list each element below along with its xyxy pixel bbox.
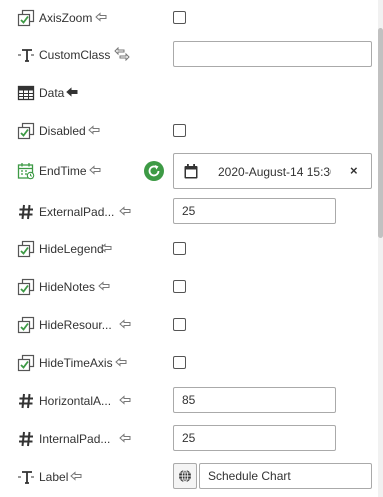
property-row-internalpadding: InternalPad... bbox=[0, 420, 378, 458]
property-row-endtime: EndTime 2020-August-14 15:30:1 × bbox=[0, 152, 378, 190]
property-label: ExternalPad... bbox=[39, 205, 115, 219]
property-row-label: Label bbox=[0, 458, 378, 496]
property-label: HorizontalA... bbox=[39, 394, 112, 408]
bind-arrow-icon[interactable] bbox=[119, 206, 131, 216]
property-label: AxisZoom bbox=[39, 11, 93, 25]
property-row-externalpadding: ExternalPad... bbox=[0, 193, 378, 231]
clear-icon[interactable]: × bbox=[350, 164, 358, 178]
bind-arrow-icon[interactable] bbox=[119, 433, 131, 443]
internalpadding-input[interactable] bbox=[173, 425, 336, 451]
property-row-horizontalaxis: HorizontalA... bbox=[0, 382, 378, 420]
text-property-icon bbox=[18, 471, 34, 484]
property-label: InternalPad... bbox=[39, 432, 111, 446]
checkbox-property-icon bbox=[17, 278, 35, 296]
table-property-icon bbox=[17, 85, 35, 101]
property-label: Data bbox=[39, 86, 65, 100]
endtime-date-picker[interactable]: 2020-August-14 15:30:1 × bbox=[173, 153, 372, 189]
text-property-icon bbox=[18, 49, 34, 62]
property-label: EndTime bbox=[39, 164, 87, 178]
property-row-disabled: Disabled bbox=[0, 112, 378, 150]
hash-property-icon bbox=[19, 204, 33, 220]
bind-arrow-icon[interactable] bbox=[100, 243, 112, 253]
bind-arrow-icon[interactable] bbox=[70, 471, 82, 481]
externalpadding-input[interactable] bbox=[173, 198, 336, 224]
property-label: Disabled bbox=[39, 124, 86, 138]
hash-property-icon bbox=[19, 431, 33, 447]
two-way-bind-icon[interactable] bbox=[114, 47, 130, 61]
refresh-icon[interactable] bbox=[143, 160, 165, 182]
hideresources-checkbox[interactable] bbox=[173, 318, 186, 331]
horizontalaxis-input[interactable] bbox=[173, 387, 336, 413]
checkbox-property-icon bbox=[17, 240, 35, 258]
label-input[interactable] bbox=[199, 463, 372, 489]
property-label: HideResour... bbox=[39, 318, 112, 332]
property-label: Label bbox=[39, 470, 69, 484]
scrollbar-thumb[interactable] bbox=[378, 28, 383, 238]
axiszoom-checkbox[interactable] bbox=[173, 11, 186, 24]
bind-arrow-filled-icon[interactable] bbox=[66, 87, 78, 97]
checkbox-property-icon bbox=[17, 9, 35, 27]
bind-arrow-icon[interactable] bbox=[115, 357, 127, 367]
property-row-customclass: CustomClass bbox=[0, 36, 378, 74]
property-label: CustomClass bbox=[39, 48, 111, 62]
bind-arrow-icon[interactable] bbox=[98, 281, 110, 291]
hidenotes-checkbox[interactable] bbox=[173, 280, 186, 293]
customclass-input[interactable] bbox=[173, 41, 372, 67]
property-row-hidelegend: HideLegend bbox=[0, 230, 378, 268]
checkbox-property-icon bbox=[17, 122, 35, 140]
bind-arrow-icon[interactable] bbox=[95, 12, 107, 22]
property-row-hidenotes: HideNotes bbox=[0, 268, 378, 306]
property-label: HideLegend bbox=[39, 242, 104, 256]
property-row-data: Data bbox=[0, 74, 378, 112]
language-button[interactable] bbox=[173, 463, 197, 489]
hidetimeaxis-checkbox[interactable] bbox=[173, 356, 186, 369]
bind-arrow-icon[interactable] bbox=[119, 395, 131, 405]
hash-property-icon bbox=[19, 393, 33, 409]
bind-arrow-icon[interactable] bbox=[88, 125, 100, 135]
property-row-axiszoom: AxisZoom bbox=[0, 0, 378, 37]
bind-arrow-icon[interactable] bbox=[89, 165, 101, 175]
endtime-value: 2020-August-14 15:30:1 bbox=[218, 165, 331, 179]
calendar-property-icon bbox=[17, 163, 35, 180]
bind-arrow-icon[interactable] bbox=[119, 319, 131, 329]
disabled-checkbox[interactable] bbox=[173, 124, 186, 137]
checkbox-property-icon bbox=[17, 316, 35, 334]
property-row-hideresources: HideResour... bbox=[0, 306, 378, 344]
hidelegend-checkbox[interactable] bbox=[173, 242, 186, 255]
property-label: HideTimeAxis bbox=[39, 356, 113, 370]
calendar-icon[interactable] bbox=[184, 164, 198, 179]
property-label: HideNotes bbox=[39, 280, 96, 294]
globe-icon bbox=[179, 469, 191, 483]
checkbox-property-icon bbox=[17, 354, 35, 372]
property-row-hidetimeaxis: HideTimeAxis bbox=[0, 344, 378, 382]
